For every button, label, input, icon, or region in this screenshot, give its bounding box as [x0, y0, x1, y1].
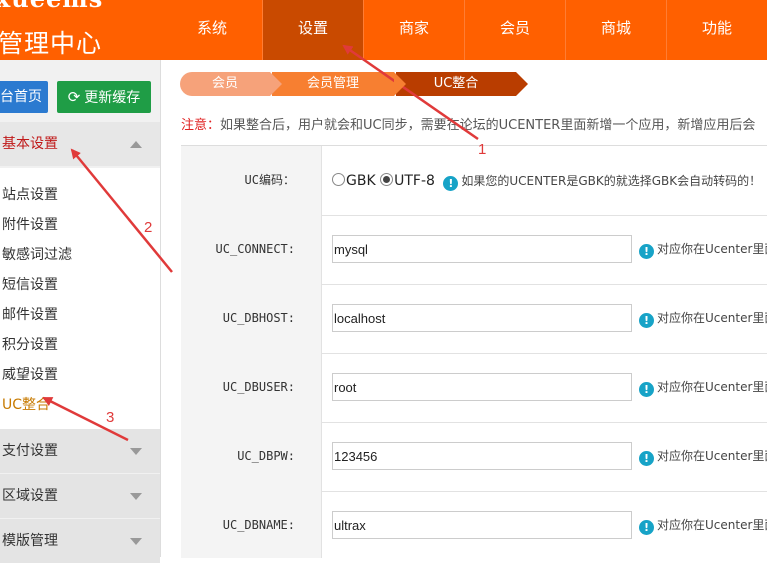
annotation-label-1: 1 — [478, 141, 486, 158]
annotation-arrow-3 — [42, 396, 129, 442]
annotation-arrow-2 — [70, 148, 173, 273]
annotation-label-2: 2 — [144, 219, 152, 236]
annotation-label-3: 3 — [106, 409, 114, 426]
annotation-arrow-1 — [342, 44, 479, 141]
annotation-arrows: 1 2 3 — [42, 44, 486, 442]
